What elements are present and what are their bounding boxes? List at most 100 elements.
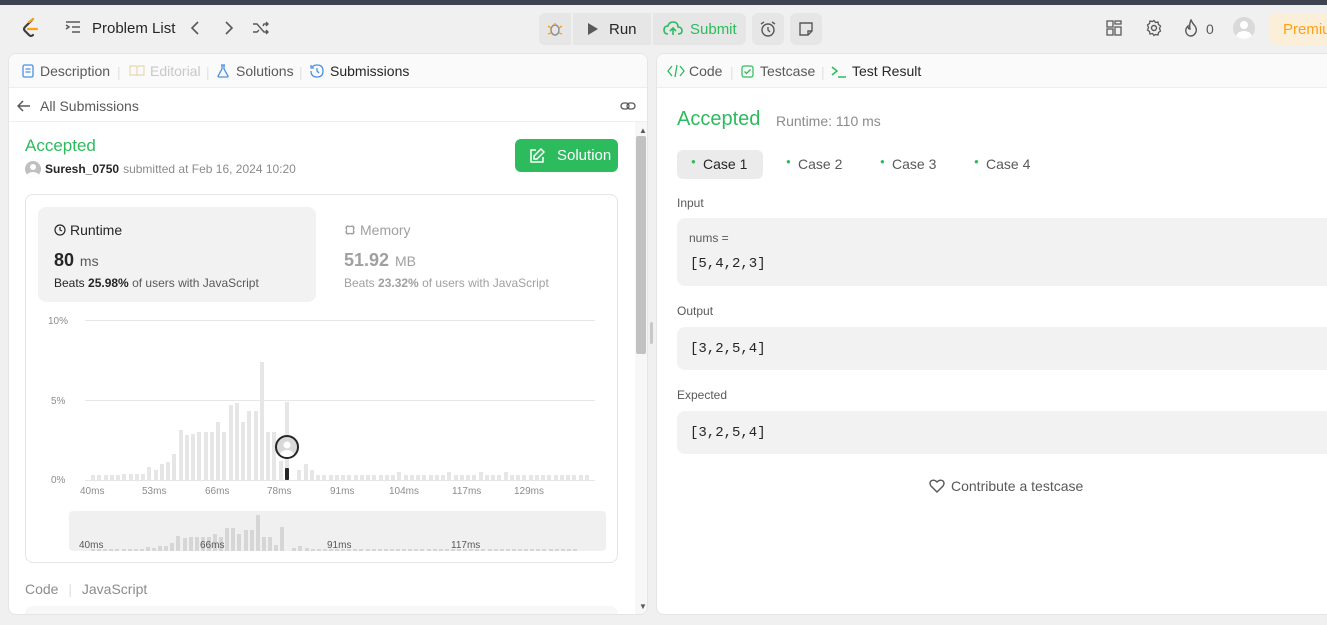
left-scrollbar[interactable]: ▲ ▼ [635, 122, 647, 614]
distribution-bar[interactable] [378, 475, 383, 480]
distribution-bar[interactable] [472, 475, 477, 480]
distribution-bar[interactable] [278, 460, 283, 480]
timer-icon[interactable] [752, 13, 784, 45]
distribution-bar[interactable] [572, 475, 577, 480]
distribution-bar[interactable] [322, 475, 327, 480]
case-tab-2[interactable]: ● Case 2 [775, 150, 857, 179]
debug-button[interactable] [539, 13, 571, 45]
distribution-bar[interactable] [409, 475, 414, 480]
submit-button[interactable]: Submit [653, 13, 746, 45]
distribution-bar[interactable] [416, 475, 420, 480]
distribution-bar[interactable] [391, 475, 395, 480]
distribution-bar[interactable] [566, 475, 570, 480]
tab-description[interactable]: Description [22, 63, 110, 79]
distribution-bar[interactable] [491, 475, 495, 480]
distribution-bar[interactable] [222, 432, 227, 480]
scroll-down-icon[interactable]: ▼ [639, 602, 647, 611]
contribute-testcase-link[interactable]: Contribute a testcase [929, 478, 1083, 494]
settings-gear-icon[interactable] [1143, 17, 1165, 39]
distribution-bar[interactable] [397, 472, 402, 480]
distribution-bar[interactable] [422, 475, 427, 480]
distribution-bar[interactable] [359, 475, 364, 480]
distribution-bar[interactable] [584, 475, 589, 480]
memory-card[interactable]: Memory 51.92 MB Beats 23.32% of users wi… [332, 207, 610, 302]
distribution-bar[interactable] [97, 475, 102, 480]
distribution-bar[interactable] [578, 475, 583, 480]
distribution-bar[interactable] [503, 472, 508, 480]
tab-test-result[interactable]: Test Result [831, 63, 921, 79]
run-button[interactable]: Run [573, 13, 651, 45]
distribution-bar[interactable] [309, 470, 314, 480]
distribution-bar[interactable] [434, 475, 439, 480]
distribution-bar[interactable] [122, 473, 127, 480]
distribution-bar[interactable] [191, 433, 195, 480]
distribution-bar[interactable] [128, 473, 133, 480]
case-tab-3[interactable]: ● Case 3 [869, 150, 951, 179]
distribution-bar[interactable] [259, 361, 264, 480]
panel-resize-handle[interactable] [650, 322, 653, 344]
distribution-bar[interactable] [216, 422, 220, 480]
distribution-bar[interactable] [466, 475, 470, 480]
distribution-bar[interactable] [534, 475, 539, 480]
distribution-bar[interactable] [159, 464, 164, 480]
distribution-bar[interactable] [522, 475, 527, 480]
distribution-bar[interactable] [91, 475, 95, 480]
distribution-bar[interactable] [528, 475, 533, 480]
distribution-bar[interactable] [116, 475, 120, 480]
input-box[interactable]: nums = [5,4,2,3] [677, 218, 1327, 286]
back-to-all-submissions[interactable]: All Submissions [17, 98, 139, 114]
expected-box[interactable]: [3,2,5,4] [677, 411, 1327, 454]
distribution-bar[interactable] [509, 475, 514, 480]
output-box[interactable]: [3,2,5,4] [677, 327, 1327, 370]
distribution-bar[interactable] [209, 432, 214, 480]
distribution-bar[interactable] [341, 475, 345, 480]
tab-editorial[interactable]: Editorial [129, 63, 201, 79]
copy-link-icon[interactable] [619, 97, 637, 115]
your-submission-marker[interactable] [275, 435, 299, 459]
distribution-bar[interactable] [197, 432, 202, 480]
tab-code[interactable]: Code [667, 63, 722, 79]
premium-button[interactable]: Premium [1270, 13, 1327, 45]
solution-button[interactable]: Solution [515, 139, 618, 172]
scroll-up-icon[interactable]: ▲ [639, 126, 647, 135]
distribution-bar[interactable] [172, 454, 177, 480]
distribution-bar[interactable] [147, 467, 152, 480]
tab-solutions[interactable]: Solutions [217, 63, 294, 79]
distribution-bar[interactable] [228, 404, 233, 480]
next-problem-icon[interactable] [218, 17, 240, 39]
tab-submissions[interactable]: Submissions [310, 63, 409, 79]
distribution-bar[interactable] [553, 475, 558, 480]
runtime-card[interactable]: Runtime 80 ms Beats 25.98% of users with… [38, 207, 316, 302]
distribution-bar[interactable] [253, 411, 258, 480]
layout-icon[interactable] [1103, 17, 1125, 39]
tab-testcase[interactable]: Testcase [741, 63, 815, 79]
distribution-bar[interactable] [178, 430, 183, 480]
distribution-bar[interactable] [334, 475, 339, 480]
distribution-bar[interactable] [184, 435, 189, 480]
distribution-bar[interactable] [103, 475, 108, 480]
distribution-bar[interactable] [347, 475, 352, 480]
problem-list-link[interactable]: Problem List [92, 20, 175, 37]
distribution-bar[interactable] [384, 475, 389, 480]
distribution-bar[interactable] [447, 472, 452, 480]
distribution-bar[interactable] [241, 422, 245, 480]
distribution-bar[interactable] [134, 473, 139, 480]
distribution-bar[interactable] [203, 432, 208, 480]
distribution-bar[interactable] [441, 475, 445, 480]
distribution-bar[interactable] [484, 475, 489, 480]
distribution-bar[interactable] [516, 475, 520, 480]
distribution-bar[interactable] [403, 475, 408, 480]
distribution-bar[interactable] [234, 403, 239, 480]
case-tab-1[interactable]: ● Case 1 [677, 150, 763, 179]
distribution-bar[interactable] [297, 470, 302, 480]
distribution-bar[interactable] [366, 475, 370, 480]
distribution-bar[interactable] [478, 472, 483, 480]
distribution-bar[interactable] [328, 475, 333, 480]
distribution-bar[interactable] [266, 432, 270, 480]
distribution-bar[interactable] [353, 475, 358, 480]
distribution-bar[interactable] [428, 475, 433, 480]
prev-problem-icon[interactable] [184, 17, 206, 39]
case-tab-4[interactable]: ● Case 4 [963, 150, 1045, 179]
distribution-bar[interactable] [497, 475, 502, 480]
distribution-bar[interactable] [547, 475, 552, 480]
